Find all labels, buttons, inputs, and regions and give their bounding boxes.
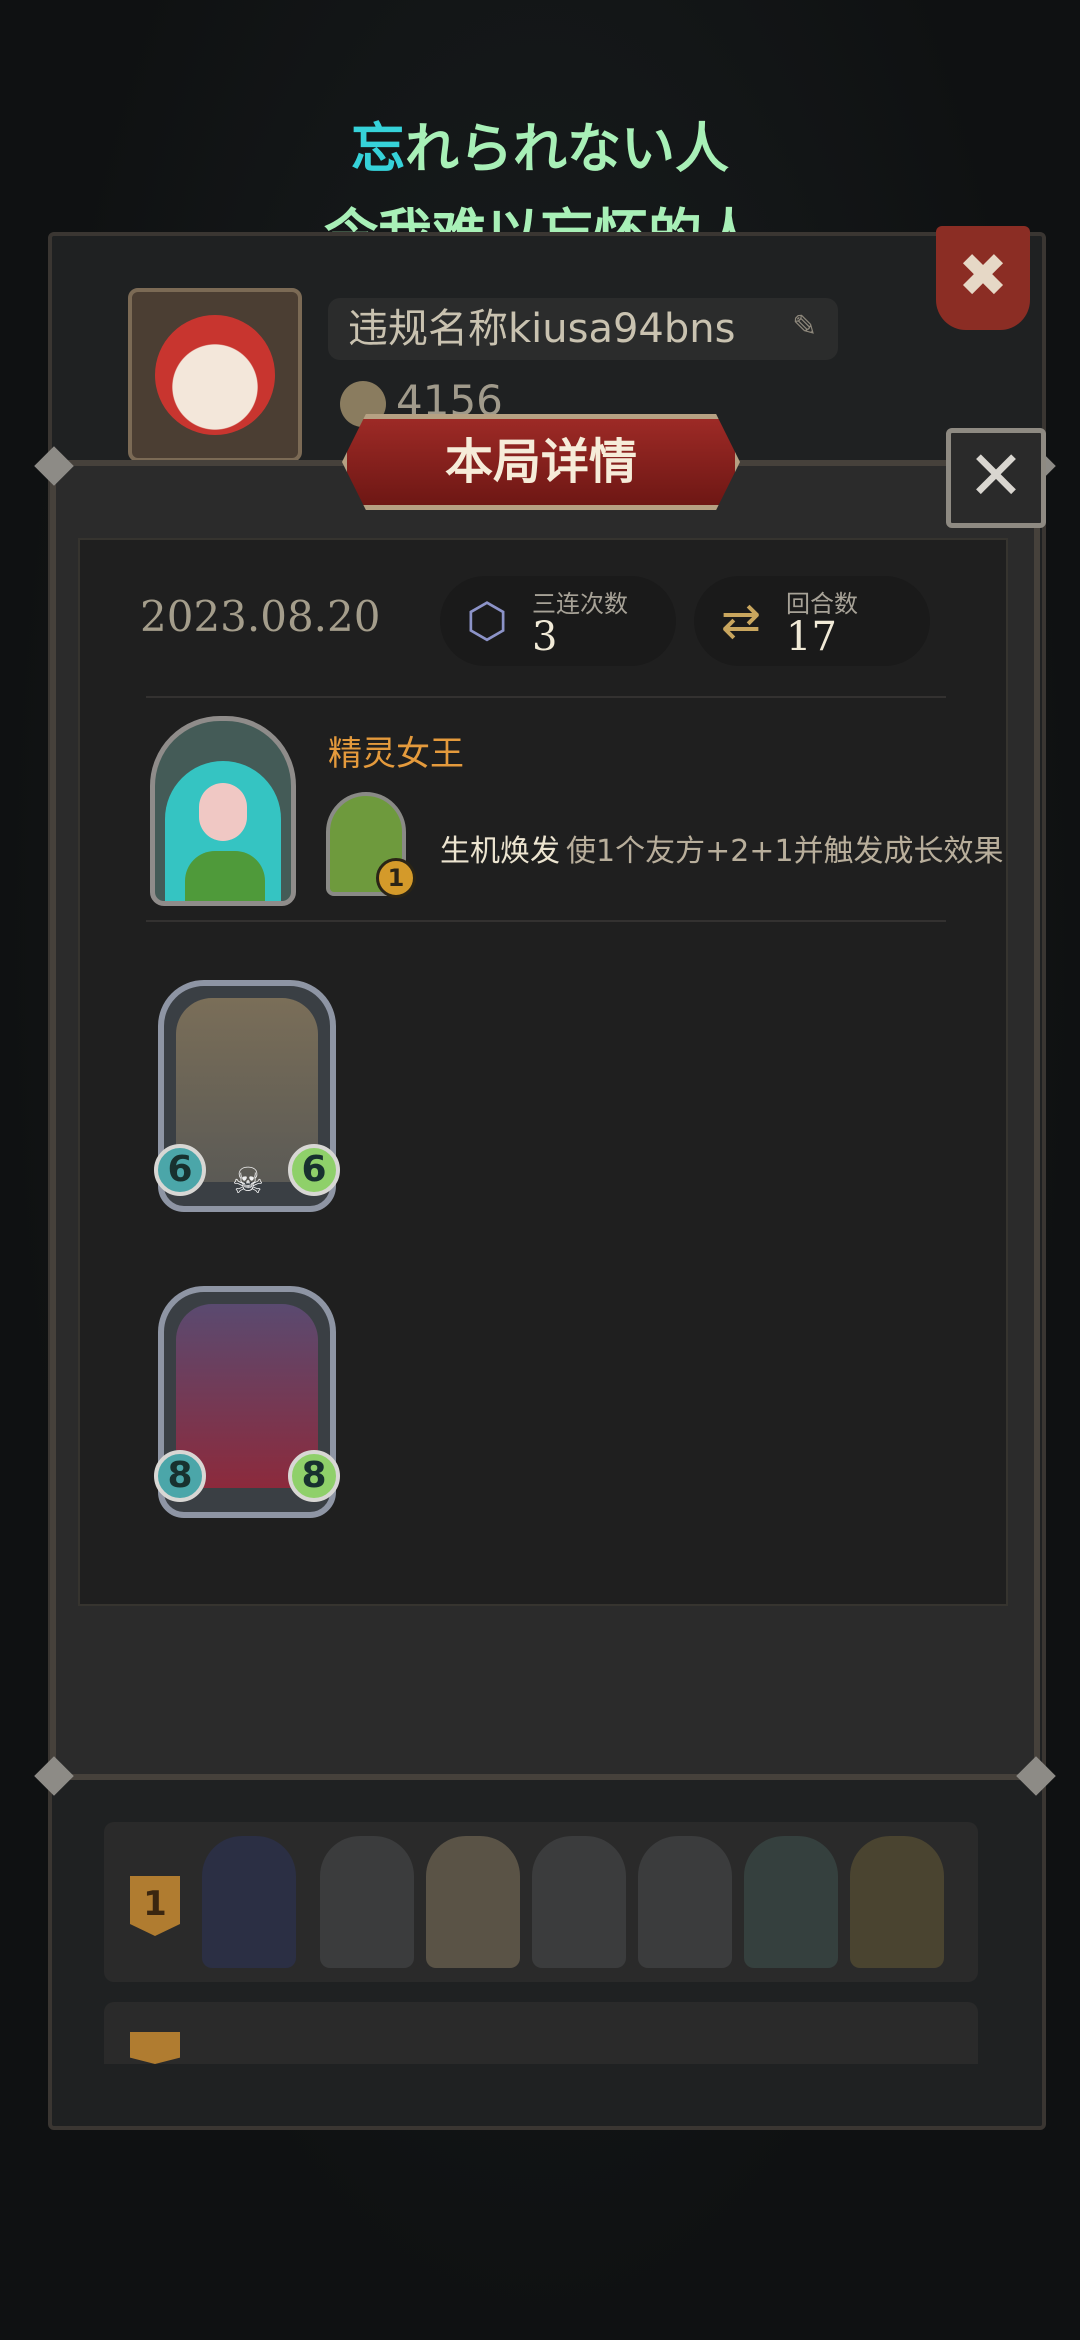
rank-badge: 1: [130, 1876, 180, 1936]
list-item[interactable]: 1: [104, 1822, 978, 1982]
rank-badge: [130, 2032, 180, 2064]
pencil-icon[interactable]: ✎: [792, 312, 822, 342]
hero-name: 精灵女王: [328, 734, 464, 774]
skill-name: 生机焕发: [440, 834, 560, 869]
skill-level-badge: 1: [376, 858, 416, 898]
health-stat: 8: [288, 1450, 340, 1502]
card-slot: [638, 1836, 732, 1968]
banner-line-1-rest: れられない人: [405, 117, 729, 180]
divider: [146, 696, 946, 698]
close-button[interactable]: ✕: [946, 428, 1046, 528]
health-stat: 6: [288, 1144, 340, 1196]
profile-close-button[interactable]: ✖: [936, 226, 1030, 330]
skull-icon: ☠: [231, 1161, 265, 1202]
modal-title: 本局详情: [342, 414, 740, 510]
unit-card-clown[interactable]: 8 8: [154, 1286, 340, 1518]
cycle-arrows-icon: ⇄: [720, 593, 762, 649]
banner-line-1: 忘れられない人: [0, 104, 1080, 183]
attack-stat: 8: [154, 1450, 206, 1502]
card-slot: [744, 1836, 838, 1968]
player-name: 违规名称kiusa94bns: [348, 306, 736, 352]
triple-icon: ⬡: [466, 593, 508, 649]
rounds-stat: ⇄ 回合数 17: [694, 576, 930, 666]
card-slot: [320, 1836, 414, 1968]
triple-value: 3: [532, 614, 558, 660]
card-slot: [426, 1836, 520, 1968]
hero-dress: [185, 851, 265, 901]
attack-stat: 6: [154, 1144, 206, 1196]
card-slot: [532, 1836, 626, 1968]
close-icon: ✕: [967, 437, 1025, 516]
avatar[interactable]: [128, 288, 302, 462]
banner-highlight: 忘: [351, 117, 405, 180]
skill-description: 使1个友方+2+1并触发成长效果: [566, 834, 1004, 869]
unit-card-robot[interactable]: 6 ☠ 6: [154, 980, 340, 1212]
player-name-field[interactable]: 违规名称kiusa94bns ✎: [328, 298, 838, 360]
avatar-face: [155, 315, 275, 435]
list-item[interactable]: [104, 2002, 978, 2064]
triple-count-stat: ⬡ 三连次数 3: [440, 576, 676, 666]
match-date: 2023.08.20: [140, 592, 381, 641]
divider: [146, 920, 946, 922]
hero-portrait[interactable]: [150, 716, 296, 906]
hero-slot: [202, 1836, 296, 1968]
hero-face: [199, 783, 247, 841]
card-slot: [850, 1836, 944, 1968]
rounds-value: 17: [786, 614, 837, 660]
